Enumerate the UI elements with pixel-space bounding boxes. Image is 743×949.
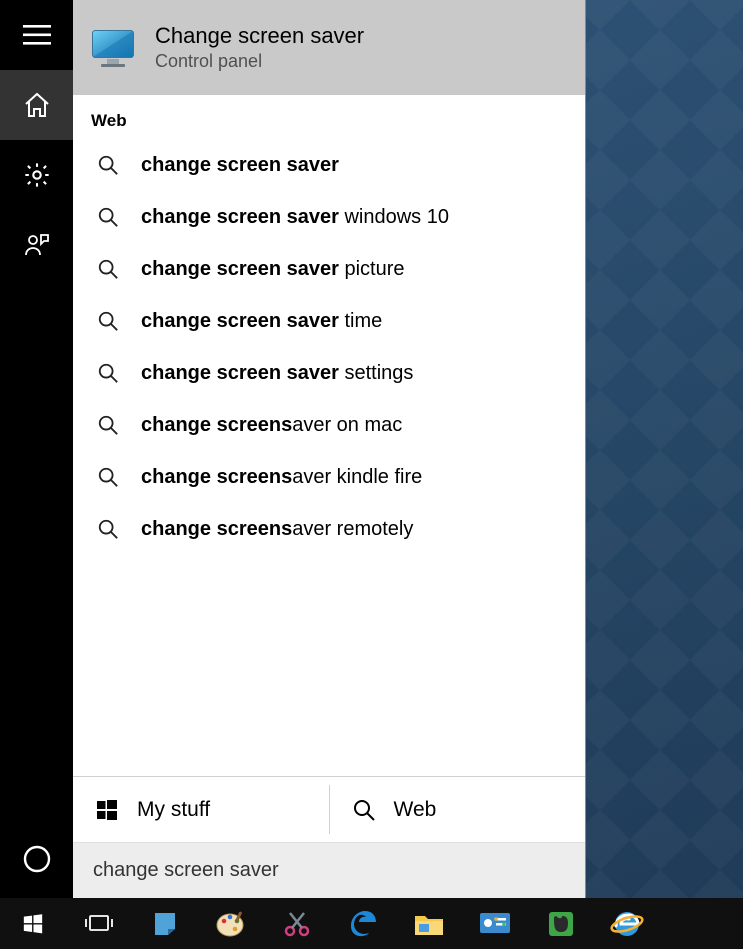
my-stuff-label: My stuff (137, 798, 210, 822)
best-match-result[interactable]: Change screen saver Control panel (73, 0, 585, 95)
taskbar (0, 898, 743, 949)
evernote-taskbar-button[interactable] (528, 898, 594, 949)
best-match-text: Change screen saver Control panel (155, 23, 364, 72)
gear-icon (23, 161, 51, 189)
search-icon (97, 518, 119, 540)
web-scope-button[interactable]: Web (330, 777, 586, 842)
feedback-button[interactable] (0, 210, 73, 280)
start-button[interactable] (0, 898, 66, 949)
home-button[interactable] (0, 70, 73, 140)
web-suggestion[interactable]: change screen saver picture (73, 243, 585, 295)
search-icon (97, 154, 119, 176)
hamburger-icon (23, 25, 51, 45)
cortana-left-rail (0, 0, 73, 898)
control-panel-taskbar-button[interactable] (462, 898, 528, 949)
search-icon (97, 206, 119, 228)
search-icon (352, 798, 376, 822)
suggestion-text: change screensaver kindle fire (141, 466, 422, 489)
search-icon (97, 414, 119, 436)
snipping-tool-taskbar-button[interactable] (264, 898, 330, 949)
windows-logo-icon (95, 798, 119, 822)
web-suggestion[interactable]: change screensaver on mac (73, 399, 585, 451)
web-suggestion[interactable]: change screen saver time (73, 295, 585, 347)
web-suggestions-list: change screen saver change screen saver … (73, 137, 585, 555)
task-view-icon (84, 913, 114, 935)
search-icon (97, 258, 119, 280)
internet-explorer-taskbar-button[interactable] (594, 898, 660, 949)
suggestion-text: change screen saver (141, 154, 339, 177)
my-stuff-scope-button[interactable]: My stuff (73, 777, 329, 842)
search-icon (97, 362, 119, 384)
search-icon (97, 310, 119, 332)
search-results-panel: Change screen saver Control panel Web ch… (73, 0, 586, 898)
search-input[interactable] (93, 859, 585, 882)
task-view-button[interactable] (66, 898, 132, 949)
evernote-icon (546, 909, 576, 939)
web-section-label: Web (73, 95, 585, 137)
person-feedback-icon (23, 231, 51, 259)
edge-icon (347, 908, 379, 940)
web-suggestion[interactable]: change screensaver remotely (73, 503, 585, 555)
sticky-notes-icon (150, 909, 180, 939)
ie-icon (610, 908, 644, 940)
cortana-ring-icon (22, 844, 52, 874)
windows-logo-icon (22, 913, 44, 935)
web-suggestion[interactable]: change screen saver settings (73, 347, 585, 399)
folder-icon (413, 910, 445, 938)
best-match-subtitle: Control panel (155, 51, 364, 72)
edge-taskbar-button[interactable] (330, 898, 396, 949)
search-input-row (73, 842, 585, 898)
suggestion-text: change screen saver settings (141, 362, 413, 385)
suggestion-text: change screen saver windows 10 (141, 206, 449, 229)
suggestion-text: change screensaver remotely (141, 518, 413, 541)
suggestion-text: change screensaver on mac (141, 414, 402, 437)
paint-taskbar-button[interactable] (198, 898, 264, 949)
suggestion-text: change screen saver time (141, 310, 382, 333)
file-explorer-taskbar-button[interactable] (396, 898, 462, 949)
settings-button[interactable] (0, 140, 73, 210)
screen-saver-icon (91, 27, 137, 69)
search-icon (97, 466, 119, 488)
hamburger-menu-button[interactable] (0, 0, 73, 70)
search-scope-row: My stuff Web (73, 776, 585, 842)
paint-palette-icon (215, 909, 247, 939)
home-icon (23, 92, 51, 118)
scissors-icon (282, 909, 312, 939)
web-scope-label: Web (394, 798, 437, 822)
suggestion-text: change screen saver picture (141, 258, 405, 281)
cortana-button[interactable] (0, 820, 73, 898)
web-suggestion[interactable]: change screen saver windows 10 (73, 191, 585, 243)
web-suggestion[interactable]: change screensaver kindle fire (73, 451, 585, 503)
control-panel-icon (478, 911, 512, 937)
best-match-title: Change screen saver (155, 23, 364, 49)
sticky-notes-taskbar-button[interactable] (132, 898, 198, 949)
web-suggestion[interactable]: change screen saver (73, 139, 585, 191)
